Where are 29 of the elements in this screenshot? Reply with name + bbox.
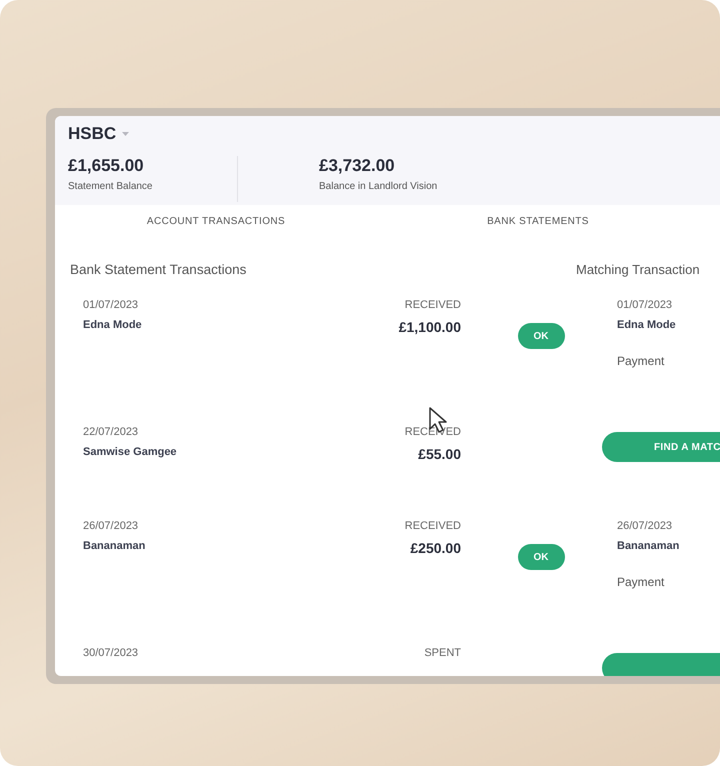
payee-name: Bananaman [83,540,146,552]
transaction-type: SPENT [424,647,461,659]
transaction-date: 30/07/2023 [83,647,138,659]
transaction-type: RECEIVED [404,520,461,532]
caret-icon[interactable] [122,132,130,136]
payee-name: Bananaman [617,540,680,552]
payee-name: Edna Mode [83,319,142,331]
section-title: Bank Statement Transactions [70,262,248,277]
transaction-date: 22/07/2023 [83,426,138,438]
payee-name: Samwise Gamgee [83,446,177,458]
account-name: HSBC [68,124,116,144]
transaction-category: Payment [617,575,666,589]
transaction-type: RECEIVED [404,299,461,311]
transaction-date: 26/07/2023 [83,520,138,532]
transaction-date: 26/07/2023 [617,520,674,532]
transaction-date: 01/07/2023 [83,299,138,311]
payee-name: Edna Mode [617,319,676,331]
balance-amount: £3,732.00 [319,156,396,176]
balance-label: Balance in Landlord Vision [319,181,438,192]
ok-button[interactable]: OK [518,323,564,349]
section-title: Matching Transaction [576,262,700,277]
transaction-amount: £250.00 [410,540,461,556]
transaction-date: 01/07/2023 [617,299,674,311]
transaction-amount: £55.00 [418,446,461,462]
balance-label: Statement Balance [68,181,154,192]
transaction-category: Payment [617,354,666,368]
balance-amount: £1,655.00 [68,156,145,176]
ok-button[interactable]: OK [518,544,564,570]
transaction-amount: £1,100.00 [398,319,461,335]
